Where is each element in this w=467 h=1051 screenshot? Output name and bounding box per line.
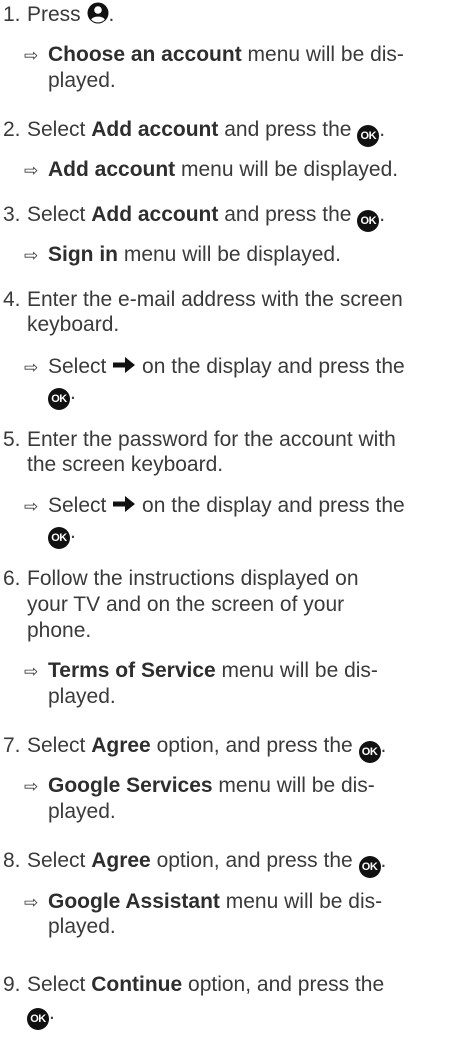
step-4-result-cont: OK. [48,380,76,410]
step-5: 5. Enter the password for the account wit… [3,428,396,451]
ok-button-icon: OK [27,1008,49,1030]
step-7-result-cont: played. [48,800,116,823]
step-6-result: ⇨ Terms of Service menu will be dis- [24,658,378,685]
ok-button-icon: OK [357,210,380,232]
result-arrow-icon: ⇨ [24,893,39,912]
ok-button-icon: OK [357,125,380,147]
step-7: 7. Select Agree option, and press the OK. [3,733,386,763]
step-2-result: ⇨ Add account menu will be displayed. [24,157,398,184]
ok-button-icon: OK [358,856,381,878]
step-9-cont: OK. [27,1000,55,1030]
step-4-result: ⇨ Select on the display and press the [24,354,405,381]
step-5-result-cont: OK. [48,519,76,549]
step-7-result: ⇨ Google Services menu will be dis- [24,773,375,800]
result-arrow-icon: ⇨ [24,358,39,377]
ok-button-icon: OK [358,741,381,763]
step-5-cont: the screen keyboard. [27,453,224,476]
step-1: 1. Press . [3,2,115,26]
right-arrow-icon [113,357,136,373]
step-4-cont: keyboard. [27,313,120,336]
step-3-result: ⇨ Sign in menu will be displayed. [24,242,341,269]
step-6-result-cont: played. [48,685,116,708]
step-8-result: ⇨ Google Assistant menu will be dis- [24,889,382,916]
step-6-cont: your TV and on the screen of your [27,593,345,616]
ok-button-icon: OK [48,527,70,549]
ok-button-icon: OK [48,388,70,410]
step-1-result-cont: played. [48,69,116,92]
result-arrow-icon: ⇨ [24,161,39,180]
right-arrow-icon [113,496,136,512]
step-3: 3. Select Add account and press the OK. [3,202,385,232]
step-9: 9. Select Continue option, and press the [3,973,385,996]
step-6-cont-2: phone. [27,619,92,642]
account-icon [87,2,109,24]
result-arrow-icon: ⇨ [24,662,39,681]
step-5-result: ⇨ Select on the display and press the [24,493,405,520]
instruction-list: 1. Press . ⇨ Choose an account menu will b… [0,0,467,1051]
result-arrow-icon: ⇨ [24,777,39,796]
step-6: 6. Follow the instructions displayed on [3,567,359,590]
result-arrow-icon: ⇨ [24,497,39,516]
step-8-result-cont: played. [48,915,116,938]
result-arrow-icon: ⇨ [24,46,39,65]
step-8: 8. Select Agree option, and press the OK. [3,848,386,878]
step-2: 2. Select Add account and press the OK. [3,117,385,147]
step-1-result: ⇨ Choose an account menu will be dis- [24,42,404,69]
step-4: 4. Enter the e-mail address with the scre… [3,288,403,311]
result-arrow-icon: ⇨ [24,246,39,265]
